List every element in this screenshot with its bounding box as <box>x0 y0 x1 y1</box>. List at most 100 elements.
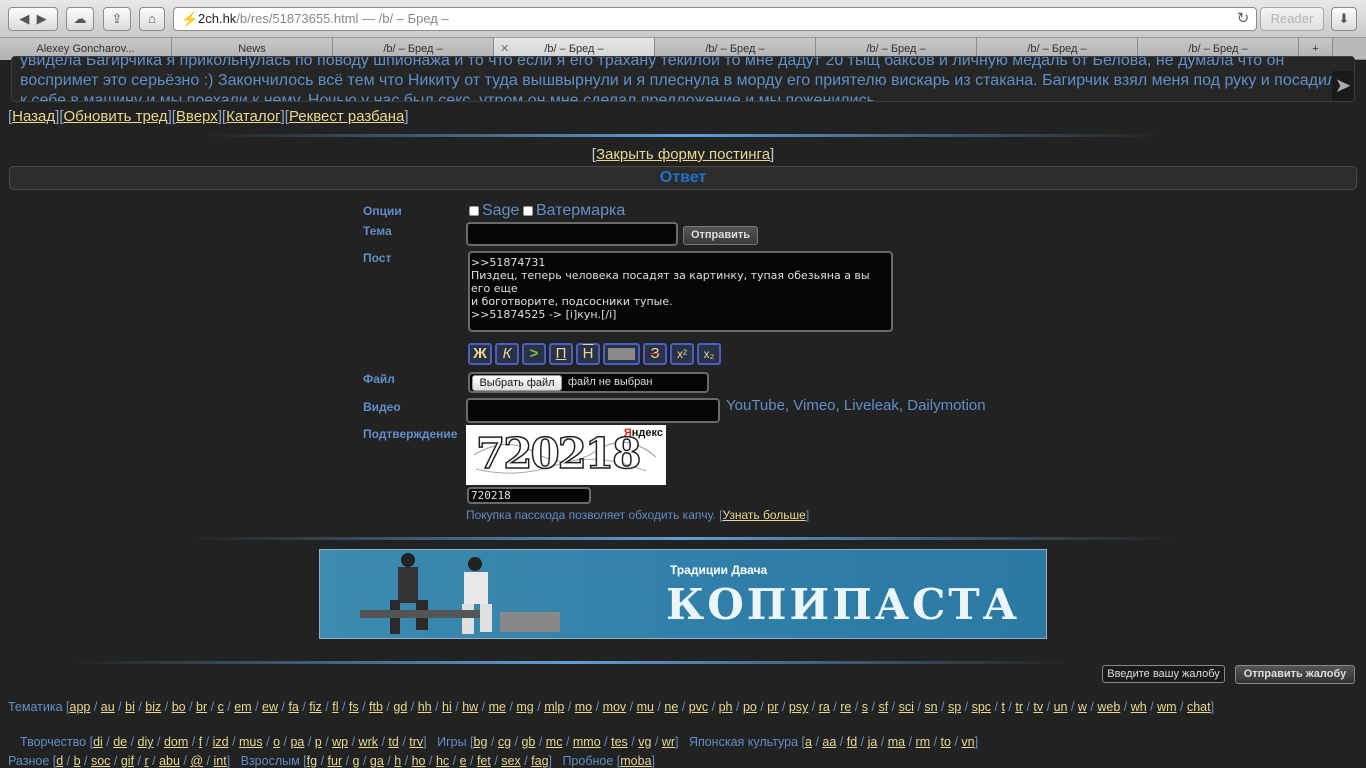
board-link-spc[interactable]: spc <box>972 700 991 714</box>
board-link-wrk[interactable]: wrk <box>359 735 378 749</box>
board-link-ra[interactable]: ra <box>819 700 830 714</box>
board-link-mc[interactable]: mc <box>546 735 563 749</box>
post-textarea[interactable]: >>51874731 Пиздец, теперь человека посад… <box>468 251 893 332</box>
bold-button[interactable]: Ж <box>468 343 492 365</box>
board-link-hw[interactable]: hw <box>462 700 478 714</box>
board-link-fl[interactable]: fl <box>332 700 338 714</box>
board-link-fa[interactable]: fa <box>288 700 298 714</box>
board-link-fag[interactable]: fag <box>531 754 548 768</box>
board-link-bo[interactable]: bo <box>172 700 186 714</box>
board-link-tr[interactable]: tr <box>1015 700 1023 714</box>
board-link-po[interactable]: po <box>743 700 757 714</box>
board-link-gb[interactable]: gb <box>521 735 535 749</box>
board-link-wr[interactable]: wr <box>662 735 675 749</box>
board-link-mu[interactable]: mu <box>637 700 654 714</box>
top-link[interactable]: Вверх <box>176 108 218 125</box>
board-link-chat[interactable]: chat <box>1187 700 1211 714</box>
board-link-mg[interactable]: mg <box>516 700 533 714</box>
board-link-tes[interactable]: tes <box>611 735 628 749</box>
choose-file-button[interactable]: Выбрать файл <box>472 375 562 391</box>
board-link-wp[interactable]: wp <box>332 735 348 749</box>
board-link-gd[interactable]: gd <box>393 700 407 714</box>
board-link-wm[interactable]: wm <box>1157 700 1176 714</box>
board-link-aa[interactable]: aa <box>822 735 836 749</box>
board-link-g[interactable]: g <box>353 754 360 768</box>
board-link-sex[interactable]: sex <box>501 754 520 768</box>
board-link-wh[interactable]: wh <box>1131 700 1147 714</box>
board-link-biz[interactable]: biz <box>145 700 161 714</box>
board-link-s[interactable]: s <box>862 700 868 714</box>
board-link-mo[interactable]: mo <box>575 700 592 714</box>
board-link-sp[interactable]: sp <box>948 700 961 714</box>
board-link-int[interactable]: int <box>213 754 226 768</box>
downloads-button[interactable]: ⬇ <box>1331 7 1357 31</box>
back-forward-buttons[interactable]: ◀ ▶ <box>8 7 58 31</box>
board-link-t[interactable]: t <box>1001 700 1004 714</box>
video-input[interactable] <box>466 398 720 423</box>
board-link-rm[interactable]: rm <box>916 735 931 749</box>
board-link-au[interactable]: au <box>101 700 115 714</box>
forward-icon[interactable]: ▶ <box>37 11 47 26</box>
board-link-r[interactable]: r <box>144 754 148 768</box>
watermark-checkbox[interactable] <box>523 206 533 216</box>
board-link-un[interactable]: un <box>1054 700 1068 714</box>
captcha-image[interactable]: 720218 Яндекс <box>466 425 666 485</box>
board-link-re[interactable]: re <box>840 700 851 714</box>
board-link-w[interactable]: w <box>1078 700 1087 714</box>
board-link-br[interactable]: br <box>196 700 207 714</box>
board-link-at[interactable]: @ <box>190 754 203 768</box>
board-link-fur[interactable]: fur <box>328 754 343 768</box>
subscript-button[interactable]: x₂ <box>697 343 721 365</box>
board-link-ga[interactable]: ga <box>370 754 384 768</box>
board-link-mlp[interactable]: mlp <box>544 700 564 714</box>
strike-button[interactable]: З <box>643 343 667 365</box>
share-button[interactable]: ⇪ <box>103 7 131 31</box>
italic-button[interactable]: К <box>495 343 519 365</box>
board-link-trv[interactable]: trv <box>409 735 423 749</box>
close-form-link[interactable]: Закрыть форму постинга <box>596 146 770 163</box>
home-button[interactable]: ⌂ <box>139 7 165 31</box>
board-link-hi[interactable]: hi <box>442 700 452 714</box>
superscript-button[interactable]: x² <box>670 343 694 365</box>
board-link-c[interactable]: c <box>218 700 224 714</box>
board-link-gif[interactable]: gif <box>121 754 134 768</box>
board-link-fet[interactable]: fet <box>477 754 491 768</box>
send-report-button[interactable]: Отправить жалобу <box>1235 665 1355 684</box>
reader-button[interactable]: Reader <box>1260 7 1324 31</box>
board-link-e[interactable]: e <box>460 754 467 768</box>
board-link-mus[interactable]: mus <box>239 735 263 749</box>
back-link[interactable]: Назад <box>12 108 55 125</box>
board-link-psy[interactable]: psy <box>789 700 808 714</box>
board-link-pa[interactable]: pa <box>290 735 304 749</box>
expand-arrow-icon[interactable]: ➤ <box>1332 71 1354 101</box>
board-link-fiz[interactable]: fiz <box>309 700 322 714</box>
board-link-bi[interactable]: bi <box>125 700 135 714</box>
board-link-ho[interactable]: ho <box>412 754 426 768</box>
board-link-dom[interactable]: dom <box>164 735 188 749</box>
board-link-em[interactable]: em <box>234 700 251 714</box>
board-link-app[interactable]: app <box>70 700 91 714</box>
board-link-td[interactable]: td <box>388 735 398 749</box>
board-link-ftb[interactable]: ftb <box>369 700 383 714</box>
board-link-p[interactable]: p <box>315 735 322 749</box>
unban-request-link[interactable]: Реквест разбана <box>289 108 404 125</box>
board-link-mmo[interactable]: mmo <box>573 735 601 749</box>
board-link-sn[interactable]: sn <box>924 700 937 714</box>
subject-input[interactable] <box>466 222 678 246</box>
learn-more-link[interactable]: Узнать больше <box>722 508 805 522</box>
board-link-diy[interactable]: diy <box>138 735 154 749</box>
board-link-ph[interactable]: ph <box>719 700 733 714</box>
board-link-abu[interactable]: abu <box>159 754 180 768</box>
board-link-fd[interactable]: fd <box>847 735 857 749</box>
overline-button[interactable]: Н <box>576 343 600 365</box>
board-link-di[interactable]: di <box>93 735 103 749</box>
board-link-hc[interactable]: hc <box>436 754 449 768</box>
board-link-mov[interactable]: mov <box>603 700 627 714</box>
board-link-fs[interactable]: fs <box>349 700 359 714</box>
catalog-link[interactable]: Каталог <box>226 108 281 125</box>
board-link-pvc[interactable]: pvc <box>689 700 708 714</box>
board-link-ew[interactable]: ew <box>262 700 278 714</box>
board-link-o[interactable]: o <box>273 735 280 749</box>
board-link-web[interactable]: web <box>1097 700 1120 714</box>
board-link-ja[interactable]: ja <box>868 735 878 749</box>
